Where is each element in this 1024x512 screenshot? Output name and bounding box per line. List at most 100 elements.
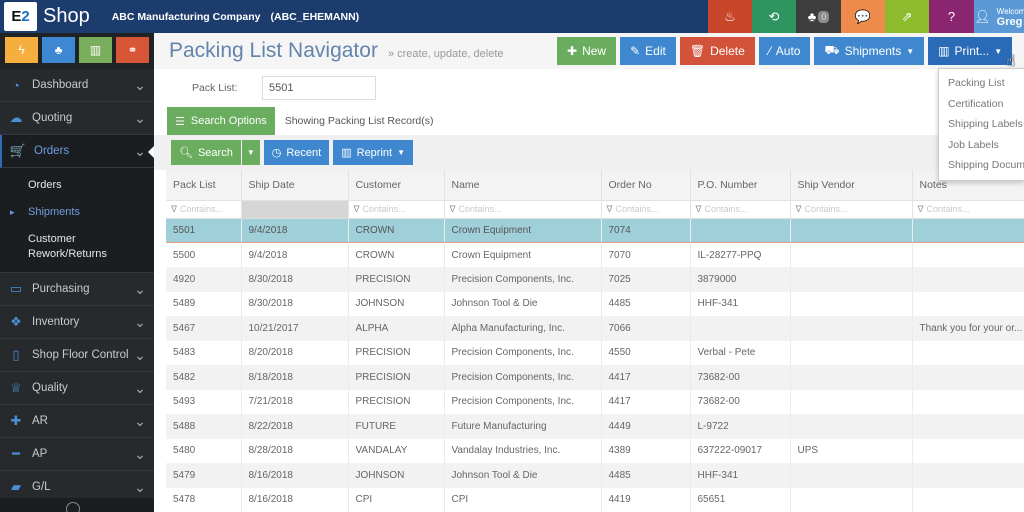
column-header-ship-date[interactable]: Ship Date <box>241 170 349 201</box>
table-row[interactable]: 5483 8/20/2018 PRECISION Precision Componen… <box>166 340 1024 365</box>
external-link-button[interactable]: ⇗ <box>885 0 929 33</box>
search-dropdown-toggle[interactable]: ▼ <box>241 140 260 165</box>
sidebar-item-shop-floor-control[interactable]: ▯ Shop Floor Control ⌄ <box>0 339 154 372</box>
shipments-button[interactable]: ⛟ Shipments ▼ <box>814 37 925 65</box>
column-header-pack-list[interactable]: Pack List <box>166 170 242 201</box>
table-row[interactable]: 5493 7/21/2018 PRECISION Precision Componen… <box>166 389 1024 414</box>
sidebar-subitem-customer-rework-returns[interactable]: Customer Rework/Returns <box>0 226 110 268</box>
quick-button-lightning[interactable]: ϟ <box>5 37 38 63</box>
table-row[interactable]: 5480 8/28/2018 VANDALAY Vandalay Industries… <box>166 438 1024 463</box>
sidebar-subitem-orders[interactable]: Orders <box>0 172 154 199</box>
cell-p-o-number: L-9722 <box>690 414 791 439</box>
chat-button[interactable]: 💬 <box>841 0 885 33</box>
quick-button-hierarchy[interactable]: ♣ <box>42 37 75 63</box>
sidebar-item-inventory[interactable]: ❖ Inventory ⌄ <box>0 306 154 339</box>
user-menu[interactable]: 👤︎ WelcomeGreg <box>974 0 1024 33</box>
filter-icon[interactable]: ∇ <box>450 204 456 214</box>
recent-button[interactable]: ◷ Recent <box>263 140 330 165</box>
auto-button[interactable]: ⁄ Auto <box>758 37 811 65</box>
filter-name[interactable]: ∇ Contains... <box>444 200 602 219</box>
delete-button[interactable]: 🗑 Delete <box>679 37 755 65</box>
chevron-down-icon: ⌄ <box>134 281 146 297</box>
minus-icon: ━ <box>12 446 20 461</box>
cell-ship-vendor <box>790 365 913 390</box>
cell-order-no: 4550 <box>601 340 691 365</box>
table-row[interactable]: 5500 9/4/2018 CROWN Crown Equipment 7070 IL-2… <box>166 242 1024 267</box>
table-row[interactable]: 5479 8/16/2018 JOHNSON Johnson Tool & Die 44… <box>166 463 1024 488</box>
page-header: Packing List Navigator » create, update,… <box>154 33 1024 69</box>
fire-extinguisher-button[interactable]: ♨ <box>708 0 752 33</box>
app-logo[interactable]: E2 <box>4 2 37 31</box>
org-chart-button[interactable]: ♣ 0 <box>796 0 841 33</box>
column-header-name[interactable]: Name <box>444 170 602 201</box>
column-header-order-no[interactable]: Order No <box>601 170 691 201</box>
table-row[interactable]: 4920 8/30/2018 PRECISION Precision Componen… <box>166 267 1024 292</box>
cell-ship-date: 8/30/2018 <box>241 267 349 292</box>
top-bar: E2 Shop ABC Manufacturing Company (ABC_E… <box>0 0 1024 33</box>
column-header-p-o-number[interactable]: P.O. Number <box>690 170 791 201</box>
cell-pack-list: 5478 <box>166 487 242 512</box>
filter-ship-vendor[interactable]: ∇ Contains... <box>790 200 913 219</box>
filter-icon[interactable]: ∇ <box>354 204 360 214</box>
cell-ship-vendor <box>790 291 913 316</box>
filter-icon[interactable]: ∇ <box>607 204 613 214</box>
sidebar-item-quality[interactable]: ♕ Quality ⌄ <box>0 372 154 405</box>
filter-icon[interactable]: ∇ <box>171 204 177 214</box>
cell-name: Crown Equipment <box>444 242 602 267</box>
help-button[interactable]: ? <box>929 0 974 33</box>
sidebar-subitem-shipments[interactable]: Shipments <box>0 199 154 226</box>
sidebar-item-ap[interactable]: ━ AP ⌄ <box>0 438 154 471</box>
sidebar-item-quoting[interactable]: ☁ Quoting ⌄ <box>0 102 154 135</box>
filter-notes[interactable]: ∇ Contains... <box>912 200 1024 219</box>
quick-button-share[interactable]: ⚭ <box>116 37 149 63</box>
print-menu-item-certification[interactable]: Certification <box>939 94 1024 115</box>
pack-list-input[interactable] <box>262 76 376 100</box>
print-menu-item-packing-list[interactable]: Packing List <box>939 73 1024 94</box>
reprint-button[interactable]: ▥ Reprint ▼ <box>333 140 414 165</box>
filter-pack-list[interactable]: ∇ Contains... <box>166 200 242 219</box>
table-row[interactable]: 5467 10/21/2017 ALPHA Alpha Manufacturing, … <box>166 316 1024 341</box>
cell-name: CPI <box>444 487 602 512</box>
table-row[interactable]: 5478 8/16/2018 CPI CPI 4419 65651 <box>166 487 1024 512</box>
sidebar-item-orders[interactable]: 🛒 Orders ⌄ <box>0 135 155 168</box>
print-button[interactable]: ▥ Print... ▼ <box>928 37 1013 65</box>
filter-icon[interactable]: ∇ <box>918 204 924 214</box>
cell-order-no: 4417 <box>601 389 691 414</box>
print-menu-item-job-labels[interactable]: Job Labels <box>939 135 1024 156</box>
table-row[interactable]: 5488 8/22/2018 FUTURE Future Manufacturing 4… <box>166 414 1024 439</box>
lightning-icon: ϟ <box>18 43 25 57</box>
column-header-ship-vendor[interactable]: Ship Vendor <box>790 170 913 201</box>
cell-p-o-number: 65651 <box>690 487 791 512</box>
cell-customer: PRECISION <box>348 389 445 414</box>
sidebar-item-ar[interactable]: ✚ AR ⌄ <box>0 405 154 438</box>
sidebar-item-label: Dashboard <box>32 79 89 91</box>
cell-p-o-number: HHF-341 <box>690 463 791 488</box>
cell-p-o-number: Verbal - Pete <box>690 340 791 365</box>
table-row[interactable]: 5489 8/30/2018 JOHNSON Johnson Tool & Die 44… <box>166 291 1024 316</box>
filter-customer[interactable]: ∇ Contains... <box>348 200 445 219</box>
table-row[interactable]: 5501 9/4/2018 CROWN Crown Equipment 7074 <box>166 218 1024 243</box>
refresh-button[interactable]: ⟲ <box>752 0 796 33</box>
sidebar-item-purchasing[interactable]: ▭ Purchasing ⌄ <box>0 273 154 306</box>
column-header-customer[interactable]: Customer <box>348 170 445 201</box>
search-options-button[interactable]: ☰ Search Options <box>167 107 275 135</box>
cell-customer: ALPHA <box>348 316 445 341</box>
table-row[interactable]: 5482 8/18/2018 PRECISION Precision Componen… <box>166 365 1024 390</box>
print-menu-item-shipping-documents[interactable]: Shipping Documents <box>939 155 1024 176</box>
cell-pack-list: 5500 <box>166 242 242 267</box>
sidebar-item-label: AP <box>32 448 48 460</box>
filter-icon[interactable]: ∇ <box>696 204 702 214</box>
new-button[interactable]: ✚ New <box>557 37 617 65</box>
edit-button[interactable]: ✎ Edit <box>620 37 676 65</box>
print-menu-item-shipping-labels[interactable]: Shipping Labels <box>939 114 1024 135</box>
filter-icon[interactable]: ∇ <box>796 204 802 214</box>
filter-order-no[interactable]: ∇ Contains... <box>601 200 691 219</box>
collapse-sidebar-icon[interactable] <box>66 502 80 512</box>
filter-p-o-number[interactable]: ∇ Contains... <box>690 200 791 219</box>
cell-name: Alpha Manufacturing, Inc. <box>444 316 602 341</box>
cell-ship-vendor <box>790 463 913 488</box>
sidebar-item-dashboard[interactable]: ◔ Dashboard ⌄ <box>0 69 154 102</box>
quick-button-chart[interactable]: ▥ <box>79 37 112 63</box>
search-button[interactable]: 🔍︎ Search <box>171 140 241 165</box>
pencil-icon: ✎ <box>630 44 641 58</box>
